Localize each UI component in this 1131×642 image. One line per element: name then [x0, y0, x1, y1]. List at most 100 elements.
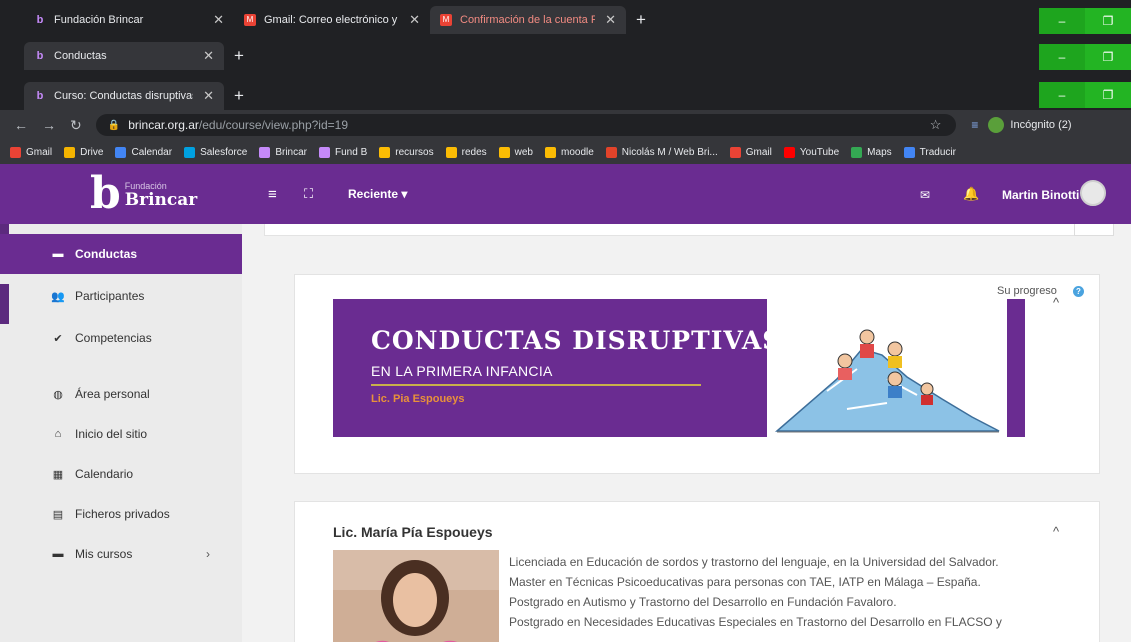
main-region: Su progreso? CONDUCTAS DISRUPTIVAS EN LA…: [242, 224, 1131, 642]
files-icon: ▤: [52, 508, 64, 521]
bookmark-item[interactable]: Salesforce: [184, 146, 247, 158]
chevron-right-icon: ›: [206, 547, 210, 561]
sidebar-item-mis-cursos[interactable]: ▬ Mis cursos ›: [0, 534, 242, 574]
tab-confirmacion[interactable]: M Confirmación de la cuenta Funda ✕: [430, 6, 626, 34]
bookmark-label: Fund B: [335, 146, 368, 158]
address-bar[interactable]: 🔒 brincar.org.ar/edu/course/view.php?id=…: [95, 114, 956, 136]
bookmark-label: web: [514, 146, 533, 158]
settings-button[interactable]: [1074, 224, 1114, 236]
url-path: /edu/course/view.php?id=19: [198, 118, 348, 132]
minimize-button[interactable]: –: [1039, 8, 1085, 34]
sidebar-item-calendario[interactable]: ▦ Calendario: [0, 454, 242, 494]
minimize-button[interactable]: –: [1039, 44, 1085, 70]
avatar[interactable]: [1080, 180, 1106, 206]
bookmark-icon: [259, 146, 271, 158]
bookmark-star-icon[interactable]: ☆: [930, 117, 942, 133]
user-menu[interactable]: Martin Binotti: [1002, 188, 1079, 202]
close-icon[interactable]: ✕: [409, 12, 420, 28]
minimize-button[interactable]: –: [1039, 82, 1085, 108]
sidebar-item-área-personal[interactable]: ◍ Área personal: [0, 374, 242, 414]
url-domain: brincar.org.ar: [128, 118, 199, 132]
bookmark-item[interactable]: Brincar: [259, 146, 307, 158]
mail-icon[interactable]: ✉: [920, 188, 930, 202]
browser-chrome: b Fundación Brincar ✕ M Gmail: Correo el…: [0, 0, 1131, 164]
instructor-card: Lic. María Pía Espoueys ^ Licenciada en …: [294, 501, 1100, 642]
extension-icon[interactable]: ≡: [971, 118, 978, 132]
sidebar-item-label: Participantes: [75, 289, 145, 303]
brincar-logo[interactable]: b Fundación Brincar: [90, 172, 197, 230]
bio-line: Master en Técnicas Psicoeducativas para …: [509, 575, 981, 589]
bookmark-item[interactable]: YouTube: [783, 146, 840, 158]
new-tab-button[interactable]: +: [626, 6, 656, 34]
brincar-favicon: b: [36, 14, 44, 26]
bookmark-icon: [783, 146, 795, 158]
banner-subtitle: EN LA PRIMERA INFANCIA: [371, 363, 553, 379]
incognito-label: Incógnito (2): [1010, 119, 1072, 131]
banner-author: Lic. Pia Espoueys: [371, 393, 465, 405]
bookmark-item[interactable]: Fund B: [319, 146, 368, 158]
recent-dropdown[interactable]: Reciente ▾: [348, 187, 407, 201]
tab-fundacion-brincar[interactable]: b Fundación Brincar ✕: [24, 6, 234, 34]
bookmark-label: YouTube: [799, 146, 840, 158]
window-controls-3: – ❐: [1039, 82, 1131, 108]
sidebar-item-label: Competencias: [75, 331, 152, 345]
bookmark-item[interactable]: moodle: [544, 146, 594, 158]
close-icon[interactable]: ✕: [605, 12, 616, 28]
collapse-icon[interactable]: ^: [1053, 295, 1059, 310]
bookmark-icon: [903, 146, 915, 158]
bookmark-item[interactable]: Drive: [64, 146, 103, 158]
children-mountain-illustration: [767, 299, 1007, 437]
tab-curso-conductas[interactable]: b Curso: Conductas disruptivas en ✕: [24, 82, 224, 110]
tab-label: Gmail: Correo electrónico y alma: [264, 14, 399, 26]
sidebar-item-label: Mis cursos: [75, 547, 133, 561]
restore-button[interactable]: ❐: [1085, 8, 1131, 34]
bookmark-item[interactable]: Traducir: [903, 146, 956, 158]
collapse-icon[interactable]: ^: [1053, 524, 1059, 539]
sidebar-item-inicio-del-sitio[interactable]: ⌂ Inicio del sitio: [0, 414, 242, 454]
bookmark-icon: [729, 146, 741, 158]
bookmark-item[interactable]: Gmail: [10, 146, 52, 158]
sidebar-item-participantes[interactable]: 👥 Participantes: [0, 276, 242, 316]
reload-icon[interactable]: ↻: [70, 117, 82, 134]
forward-icon[interactable]: →: [42, 117, 56, 133]
tab-conductas[interactable]: b Conductas ✕: [24, 42, 224, 70]
back-icon[interactable]: ←: [14, 117, 28, 133]
bookmark-label: recursos: [395, 146, 434, 158]
restore-button[interactable]: ❐: [1085, 82, 1131, 108]
calendar-icon: ▦: [52, 468, 64, 481]
bookmark-label: Traducir: [919, 146, 956, 158]
menu-icon[interactable]: ≡: [268, 186, 277, 203]
sidebar-item-competencias[interactable]: ✔ Competencias: [0, 318, 242, 358]
bookmark-item[interactable]: recursos: [379, 146, 434, 158]
course-icon: ▬: [52, 248, 64, 260]
restore-button[interactable]: ❐: [1085, 44, 1131, 70]
bookmark-icon: [544, 146, 556, 158]
sidebar-item-label: Calendario: [75, 467, 134, 481]
new-tab-button[interactable]: +: [224, 42, 254, 70]
bookmark-item[interactable]: web: [498, 146, 533, 158]
bookmark-item[interactable]: Calendar: [115, 146, 172, 158]
bookmark-item[interactable]: Maps: [851, 146, 892, 158]
new-tab-button[interactable]: +: [224, 82, 254, 110]
sidebar-item-conductas[interactable]: ▬ Conductas: [0, 234, 242, 274]
bookmark-item[interactable]: Gmail: [729, 146, 772, 158]
bookmark-icon: [319, 146, 330, 158]
sidebar-item-label: Inicio del sitio: [75, 427, 148, 441]
toolbar: ← → ↻ 🔒 brincar.org.ar/edu/course/view.p…: [0, 110, 1131, 140]
banner-divider: [371, 384, 701, 386]
close-icon[interactable]: ✕: [203, 48, 214, 64]
home-icon: ⌂: [54, 428, 62, 440]
fullscreen-icon[interactable]: ⛶: [304, 186, 313, 202]
sidebar-item-ficheros-privados[interactable]: ▤ Ficheros privados: [0, 494, 242, 534]
bookmarks-bar: Gmail Drive Calendar Salesforce Brincar Fund …: [0, 140, 1131, 164]
bookmark-icon: [445, 146, 457, 158]
close-icon[interactable]: ✕: [203, 88, 214, 104]
tab-strip-1: b Fundación Brincar ✕ M Gmail: Correo el…: [24, 0, 656, 34]
help-icon[interactable]: ?: [1072, 286, 1084, 297]
bookmark-item[interactable]: redes: [445, 146, 487, 158]
bell-icon[interactable]: 🔔: [963, 186, 979, 202]
bookmark-item[interactable]: Nicolás M / Web Bri...: [605, 146, 718, 158]
tab-gmail[interactable]: M Gmail: Correo electrónico y alma ✕: [234, 6, 430, 34]
close-icon[interactable]: ✕: [213, 12, 224, 28]
incognito-badge[interactable]: Incógnito (2): [988, 117, 1072, 133]
